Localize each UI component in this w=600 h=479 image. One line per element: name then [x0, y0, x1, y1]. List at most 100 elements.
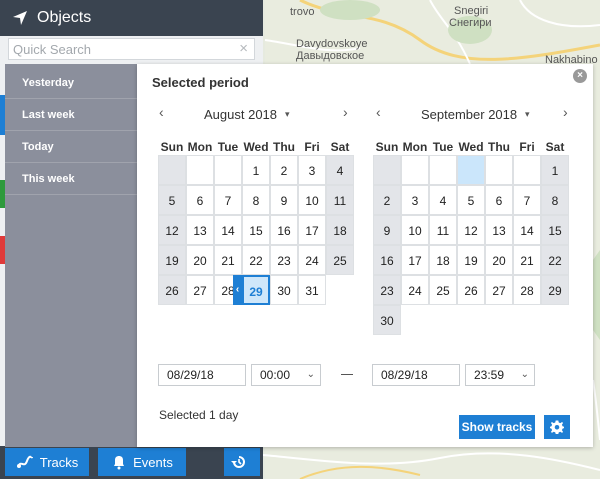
to-time-value: 23:59: [474, 368, 505, 382]
calendar-day[interactable]: 1: [541, 155, 569, 185]
calendar-day[interactable]: 11: [429, 215, 457, 245]
calendar-day[interactable]: 20: [485, 245, 513, 275]
calendar-day[interactable]: 23: [270, 245, 298, 275]
calendar-day[interactable]: 15: [242, 215, 270, 245]
events-button[interactable]: Events: [98, 448, 186, 476]
selected-range-start-arrow-icon[interactable]: ‹: [233, 275, 242, 305]
preset-last-week[interactable]: Last week: [5, 99, 137, 131]
calendar-day[interactable]: 30: [373, 305, 401, 335]
calendar-day[interactable]: 9: [270, 185, 298, 215]
show-tracks-button[interactable]: Show tracks: [459, 415, 535, 439]
calendar-day[interactable]: 14: [513, 215, 541, 245]
weekday-header: Mon: [187, 140, 213, 154]
calendar-empty-cell: [373, 155, 401, 185]
calendar-day[interactable]: 21: [214, 245, 242, 275]
quick-search-input[interactable]: [13, 41, 233, 57]
left-month-dropdown-icon[interactable]: ▾: [285, 109, 290, 120]
calendar-day[interactable]: 25: [326, 245, 354, 275]
calendar-day[interactable]: 7: [214, 185, 242, 215]
right-month-dropdown-icon[interactable]: ▾: [525, 109, 530, 120]
right-prev-month-arrow-icon[interactable]: ‹: [376, 104, 381, 120]
calendar-day[interactable]: 14: [214, 215, 242, 245]
calendar-day[interactable]: 2: [373, 185, 401, 215]
calendar-day[interactable]: 12: [457, 215, 485, 245]
calendar-empty-cell: [457, 155, 485, 185]
calendar-day[interactable]: 19: [457, 245, 485, 275]
prev-month-arrow-icon[interactable]: ‹: [159, 104, 164, 120]
calendar-day[interactable]: 19: [158, 245, 186, 275]
weekday-header: Sat: [330, 140, 350, 154]
calendar-day[interactable]: 24: [298, 245, 326, 275]
calendar-day[interactable]: 27: [485, 275, 513, 305]
calendar-day[interactable]: 17: [298, 215, 326, 245]
weekday-header: Thu: [273, 140, 295, 154]
calendar-day[interactable]: 10: [298, 185, 326, 215]
calendar-day[interactable]: 23: [373, 275, 401, 305]
calendar-day[interactable]: 21: [513, 245, 541, 275]
calendar-day[interactable]: 29: [541, 275, 569, 305]
close-icon[interactable]: ×: [573, 69, 587, 83]
calendar-day[interactable]: 5: [457, 185, 485, 215]
calendar-day[interactable]: 16: [373, 245, 401, 275]
calendar-day[interactable]: 12: [158, 215, 186, 245]
calendar-day[interactable]: 22: [242, 245, 270, 275]
history-button[interactable]: [224, 448, 260, 476]
calendar-day[interactable]: 2: [270, 155, 298, 185]
calendar-day[interactable]: 25: [429, 275, 457, 305]
calendar-day[interactable]: 3: [298, 155, 326, 185]
calendar-day[interactable]: 4: [326, 155, 354, 185]
calendar-day[interactable]: 26: [457, 275, 485, 305]
calendar-day[interactable]: 15: [541, 215, 569, 245]
range-dash: [341, 374, 353, 375]
calendar-day[interactable]: 13: [485, 215, 513, 245]
calendar-day[interactable]: 18: [429, 245, 457, 275]
bell-icon: [114, 456, 125, 470]
calendar-day[interactable]: 17: [401, 245, 429, 275]
calendar-day[interactable]: 24: [401, 275, 429, 305]
selected-day[interactable]: 29: [242, 275, 270, 305]
calendar-day[interactable]: 8: [242, 185, 270, 215]
calendar-day[interactable]: 31: [298, 275, 326, 305]
to-time-select[interactable]: 23:59 ⌄: [465, 364, 535, 386]
clear-search-icon[interactable]: ×: [239, 40, 248, 57]
next-month-arrow-icon[interactable]: ›: [563, 104, 568, 120]
left-next-month-arrow-icon[interactable]: ›: [343, 104, 348, 120]
map-label: Snegiri: [454, 5, 489, 17]
calendar-day[interactable]: 6: [485, 185, 513, 215]
right-month-label[interactable]: September 2018: [421, 107, 517, 122]
calendar-day[interactable]: 22: [541, 245, 569, 275]
calendar-day[interactable]: 28: [513, 275, 541, 305]
weekday-header: Thu: [488, 140, 510, 154]
calendar-day[interactable]: 10: [401, 215, 429, 245]
calendar-day[interactable]: 4: [429, 185, 457, 215]
preset-today[interactable]: Today: [5, 131, 137, 163]
gear-icon: [550, 420, 564, 434]
chevron-down-icon: ⌄: [306, 369, 315, 380]
calendar-day[interactable]: 3: [401, 185, 429, 215]
to-date-input[interactable]: 08/29/18: [372, 364, 460, 386]
calendar-day[interactable]: 16: [270, 215, 298, 245]
calendar-day[interactable]: 8: [541, 185, 569, 215]
calendar-day[interactable]: 18: [326, 215, 354, 245]
settings-button[interactable]: [544, 415, 570, 439]
calendar-day[interactable]: 20: [186, 245, 214, 275]
calendar-empty-cell: [429, 155, 457, 185]
preset-this-week[interactable]: This week: [5, 163, 137, 195]
calendar-day[interactable]: 9: [373, 215, 401, 245]
calendar-day[interactable]: 11: [326, 185, 354, 215]
calendar-day[interactable]: 27: [186, 275, 214, 305]
from-time-select[interactable]: 00:00 ⌄: [251, 364, 321, 386]
from-date-input[interactable]: 08/29/18: [158, 364, 246, 386]
calendar-day[interactable]: 1: [242, 155, 270, 185]
calendar-day[interactable]: 5: [158, 185, 186, 215]
calendar-day[interactable]: 13: [186, 215, 214, 245]
calendar-day[interactable]: 6: [186, 185, 214, 215]
left-month-label[interactable]: August 2018: [204, 107, 277, 122]
calendar-day[interactable]: 7: [513, 185, 541, 215]
calendar-day[interactable]: 26: [158, 275, 186, 305]
preset-yesterday[interactable]: Yesterday: [5, 67, 137, 99]
quick-search[interactable]: ×: [8, 38, 255, 60]
map-label: trovo: [290, 6, 315, 18]
tracks-button[interactable]: Tracks: [5, 448, 89, 476]
calendar-day[interactable]: 30: [270, 275, 298, 305]
